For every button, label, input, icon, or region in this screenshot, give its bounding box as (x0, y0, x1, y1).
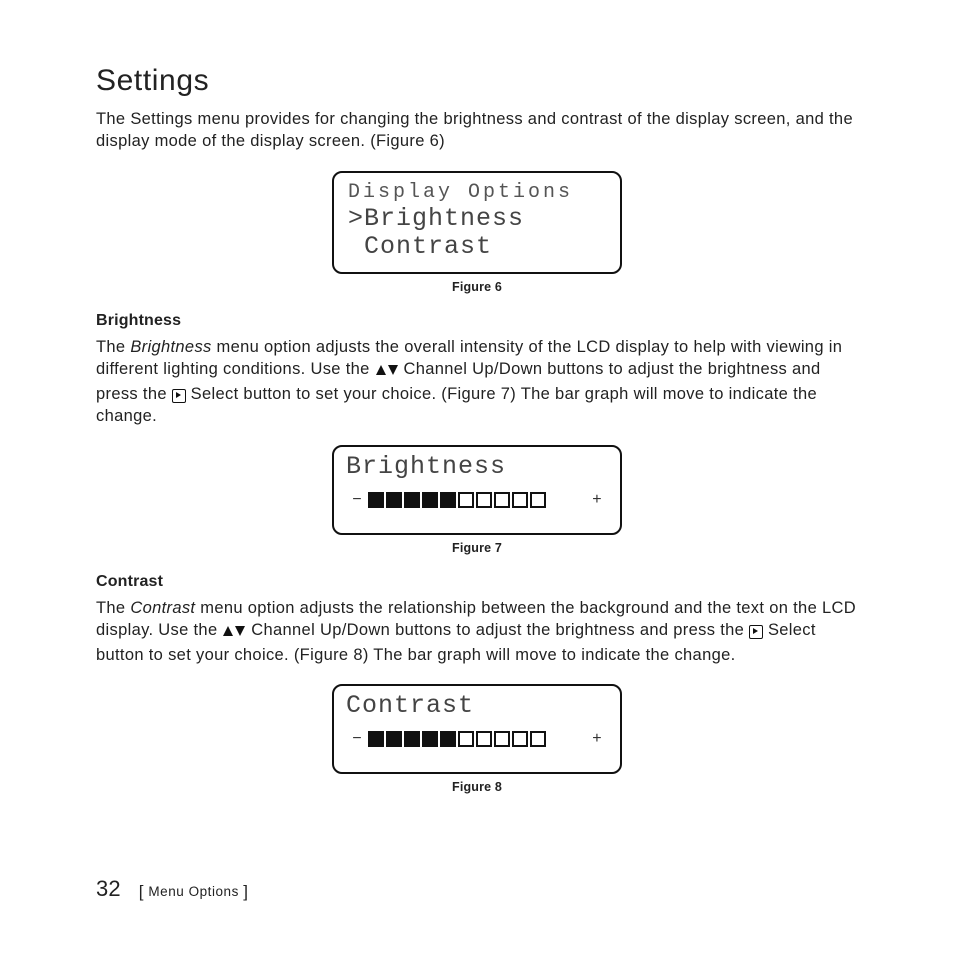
minus-icon: − (346, 730, 368, 748)
select-button-icon (172, 389, 186, 403)
bar-cell (422, 492, 438, 508)
select-button-icon (749, 625, 763, 639)
down-arrow-icon (387, 360, 399, 382)
bar-cell (512, 492, 528, 508)
bar-cell (530, 731, 546, 747)
contrast-paragraph: The Contrast menu option adjusts the rel… (96, 597, 858, 666)
figure-7: Brightness − + Figure 7 (96, 445, 858, 555)
bar-cell (494, 731, 510, 747)
bar-cell (476, 731, 492, 747)
page-footer: 32 [ Menu Options ] (96, 876, 248, 902)
lcd-contrast: Contrast − + (332, 684, 622, 774)
contrast-term: Contrast (130, 599, 195, 617)
bar-cell (494, 492, 510, 508)
bar-cell (368, 731, 384, 747)
footer-section-label: [ Menu Options ] (139, 882, 249, 902)
lcd-contrast-title: Contrast (346, 692, 474, 721)
plus-icon: + (586, 730, 608, 748)
bar-cell (530, 492, 546, 508)
lcd-line-1: Display Options (348, 181, 606, 205)
minus-icon: − (346, 491, 368, 509)
bar-cell (458, 731, 474, 747)
brightness-bar-graph (368, 492, 546, 508)
bar-cell (440, 731, 456, 747)
page-title: Settings (96, 64, 858, 98)
bar-cell (512, 731, 528, 747)
figure-6: Display Options >Brightness Contrast Fig… (96, 171, 858, 295)
bar-cell (368, 492, 384, 508)
bar-cell (440, 492, 456, 508)
up-arrow-icon (222, 621, 234, 643)
bar-cell (458, 492, 474, 508)
figure-6-caption: Figure 6 (452, 280, 502, 294)
lcd-display-options: Display Options >Brightness Contrast (332, 171, 622, 275)
bar-cell (404, 492, 420, 508)
figure-7-caption: Figure 7 (452, 541, 502, 555)
bar-cell (476, 492, 492, 508)
brightness-term: Brightness (130, 338, 211, 356)
lcd-brightness-title: Brightness (346, 453, 506, 482)
plus-icon: + (586, 491, 608, 509)
contrast-subheading: Contrast (96, 573, 858, 591)
figure-8: Contrast − + Figure 8 (96, 684, 858, 794)
brightness-subheading: Brightness (96, 312, 858, 330)
lcd-line-3: Contrast (348, 233, 606, 262)
lcd-brightness: Brightness − + (332, 445, 622, 535)
figure-8-caption: Figure 8 (452, 780, 502, 794)
page-number: 32 (96, 876, 121, 902)
bar-cell (404, 731, 420, 747)
bar-cell (422, 731, 438, 747)
brightness-paragraph: The Brightness menu option adjusts the o… (96, 336, 858, 427)
bar-cell (386, 492, 402, 508)
intro-paragraph: The Settings menu provides for changing … (96, 108, 858, 153)
lcd-line-2: >Brightness (348, 205, 606, 234)
bar-cell (386, 731, 402, 747)
contrast-bar-graph (368, 731, 546, 747)
down-arrow-icon (234, 621, 246, 643)
up-arrow-icon (375, 360, 387, 382)
